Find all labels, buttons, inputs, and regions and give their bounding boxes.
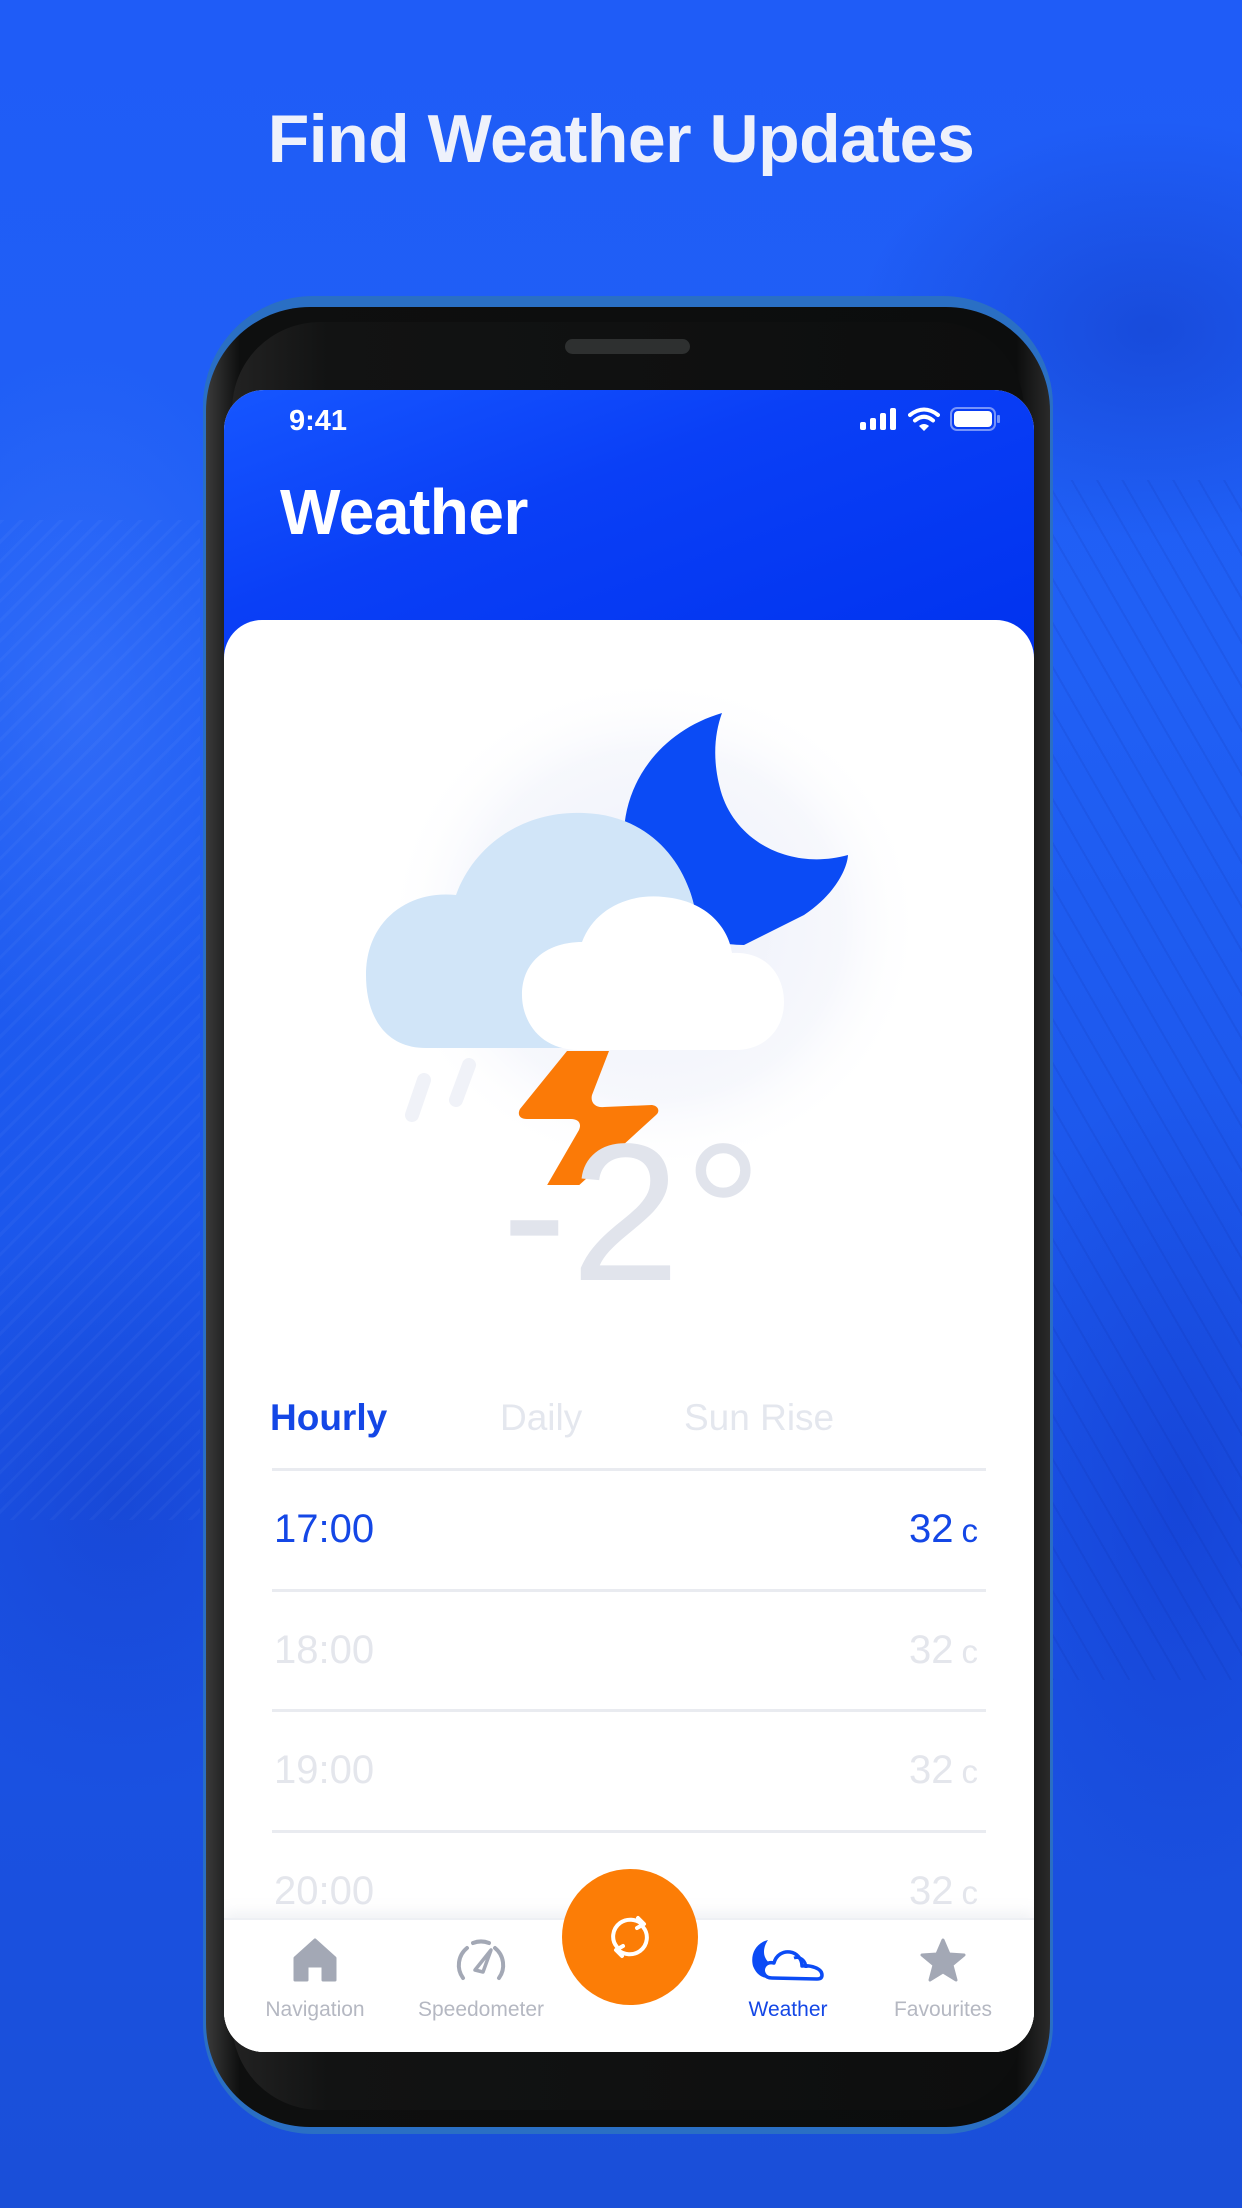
page-title: Weather xyxy=(280,476,528,548)
tab-hourly[interactable]: Hourly xyxy=(270,1397,387,1439)
temp-value: 32 xyxy=(909,1868,954,1913)
status-icons xyxy=(860,406,1000,432)
forecast-tabs: Hourly Daily Sun Rise xyxy=(224,1397,1034,1447)
nav-label: Speedometer xyxy=(417,1998,545,2021)
nav-item-navigation[interactable]: Navigation xyxy=(240,1920,390,2052)
background-map-texture-right xyxy=(1052,480,1242,1680)
hour-time: 17:00 xyxy=(274,1507,375,1551)
speedometer-icon xyxy=(456,1939,506,1980)
weather-icon xyxy=(752,1940,824,1981)
hour-time: 18:00 xyxy=(274,1627,375,1672)
nav-item-weather[interactable]: Weather xyxy=(713,1920,863,2052)
nav-item-favourites[interactable]: Favourites xyxy=(868,1920,1018,2052)
temp-unit: c xyxy=(961,1512,979,1549)
temp-unit: c xyxy=(961,1873,979,1911)
hour-time: 19:00 xyxy=(274,1748,375,1792)
promo-title: Find Weather Updates xyxy=(267,101,975,177)
temp-value: 32 xyxy=(909,1627,954,1672)
temp-value: 32 xyxy=(909,1507,954,1551)
temp-unit: c xyxy=(961,1632,979,1670)
nav-label: Favourites xyxy=(893,1998,993,2021)
hour-temperature: 32 c xyxy=(909,1507,978,1552)
status-time: 9:41 xyxy=(289,405,348,437)
nav-label: Weather xyxy=(748,1998,828,2021)
home-icon xyxy=(293,1938,337,1982)
tab-sun-rise[interactable]: Sun Rise xyxy=(684,1397,834,1439)
current-temperature: -2° xyxy=(501,1103,767,1322)
temp-unit: c xyxy=(961,1753,979,1790)
refresh-icon xyxy=(611,1916,649,1958)
background-map-texture-left xyxy=(0,520,200,1520)
star-icon xyxy=(920,1938,966,1982)
list-item[interactable]: 19:00 32 c xyxy=(272,1709,986,1830)
phone-speaker xyxy=(565,339,690,354)
app-screen: 9:41 Weather -2° Hourly Daily Sun Rise 1… xyxy=(224,390,1034,2052)
temp-value: 32 xyxy=(909,1748,954,1792)
wifi-icon xyxy=(908,407,940,431)
list-item[interactable]: 17:00 32 c xyxy=(272,1468,986,1589)
battery-icon xyxy=(950,407,1000,431)
hour-temperature: 32 c xyxy=(909,1628,978,1673)
nav-label: Navigation xyxy=(265,1998,365,2021)
hour-temperature: 32 c xyxy=(909,1869,978,1914)
tab-daily[interactable]: Daily xyxy=(500,1397,582,1439)
nav-item-speedometer[interactable]: Speedometer xyxy=(406,1920,556,2052)
hour-temperature: 32 c xyxy=(909,1748,978,1793)
list-item[interactable]: 18:00 32 c xyxy=(272,1588,986,1710)
hour-time: 20:00 xyxy=(274,1868,375,1913)
cellular-signal-icon xyxy=(860,408,896,430)
refresh-button[interactable] xyxy=(562,1869,698,2005)
